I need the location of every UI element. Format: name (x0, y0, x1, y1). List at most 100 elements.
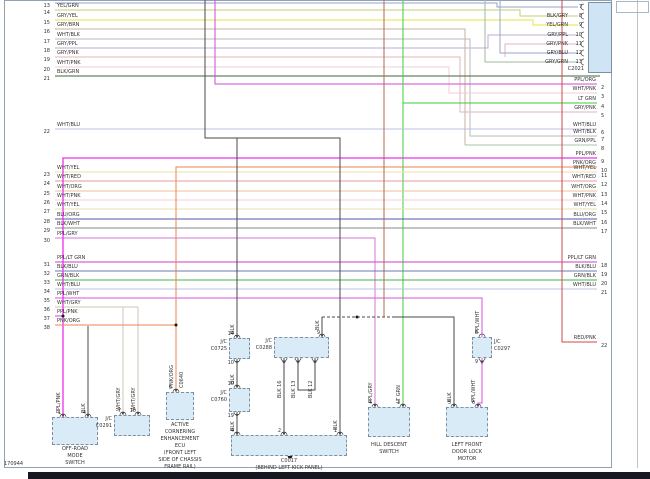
junction-dot (175, 324, 178, 327)
right-wire-label: WHT/YEL (460, 202, 596, 208)
left-front-door-lock-motor-caption: LEFT FRONT (422, 442, 512, 448)
right-wire-number: 7 (601, 137, 604, 143)
right-wire-label: GRN/PPL (460, 138, 596, 144)
jc-c0760-pin-number: 10 (224, 381, 234, 387)
right-wire-number: 4 (601, 104, 604, 110)
right-wire-number: 14 (601, 201, 607, 207)
jc-c0291-pin-number: 10 (126, 408, 136, 414)
connector-pin-number: 8 (570, 13, 582, 19)
ace-ecu-caption: FRAME RAIL) (135, 464, 225, 470)
off-road-mode-switch-caption: MODE (30, 453, 120, 459)
left-wire-number: 38 (36, 325, 50, 331)
jc-c0017-pin-number: 1 (327, 428, 337, 434)
vertical-wire-label: PPL/WHT (471, 380, 477, 402)
connector-pin-label: GRY/PPL (492, 32, 568, 38)
connector-pin-label: GRY/GRN (492, 59, 568, 65)
jc-c0297 (472, 337, 492, 358)
jc-c0291-label: J/C (82, 416, 112, 422)
pin-arrow-icon (296, 361, 300, 364)
right-wire-label: WHT/RED (460, 174, 596, 180)
left-wire-label: WHT/PNK (57, 193, 80, 199)
hill-descent-switch-pin-number: 4 (362, 400, 372, 406)
jc-c0017-caption: C0017 (244, 458, 334, 464)
left-wire-number: 34 (36, 289, 50, 295)
jc-c0291-label: C0291 (82, 423, 112, 429)
left-wire-label: BLK/GRN (57, 69, 79, 75)
wiring-diagram-page: 170944 13YEL/GRN14GRY/YEL15GRY/BRN16WHT/… (0, 0, 650, 479)
connector-pin-label: BLK/GRY (492, 13, 568, 19)
left-wire-label: WHT/GRY (57, 300, 81, 306)
pin-arrow-icon (480, 361, 484, 364)
left-wire-number: 23 (36, 172, 50, 178)
ace-ecu-caption: ACTIVE (135, 422, 225, 428)
jc-c0297-pin-number: 8 (468, 330, 478, 336)
wire (55, 238, 375, 407)
left-wire-label: PPL/PNK (57, 309, 78, 315)
right-wire-label: BLU/ORG (460, 212, 596, 218)
right-wire-label: LT GRN (460, 96, 596, 102)
jc-c0760-pin-number: 19 (224, 413, 234, 419)
left-wire-label: YEL/GRN (57, 3, 79, 9)
jc-c0760 (229, 388, 250, 412)
right-wire-number: 18 (601, 263, 607, 269)
left-wire-label: BLK/BLU (57, 264, 78, 270)
left-front-door-lock-motor-pin-number: 5 (441, 400, 451, 406)
left-wire-label: BLU/ORG (57, 212, 80, 218)
vertical-wire-label: C0640 (179, 372, 185, 388)
left-wire-label: GRY/PNK (57, 50, 79, 56)
left-wire-number: 35 (36, 298, 50, 304)
jc-c0760-label: C0760 (197, 397, 227, 403)
connector-pin-label: GRY/PNK (492, 41, 568, 47)
vertical-wire-label: BLK 16 (277, 381, 283, 398)
vertical-wire-label: BLK (315, 321, 321, 331)
right-wire-label: WHT/BLU (460, 122, 596, 128)
ace-ecu (166, 392, 194, 420)
off-road-mode-switch-caption: OFF-ROAD (30, 446, 120, 452)
jc-c0297-label: J/C (494, 339, 524, 345)
jc-c0725-pin-number: 10 (224, 360, 234, 366)
right-wire-label: WHT/YEL (460, 165, 596, 171)
left-front-door-lock-motor-caption: MOTOR (422, 456, 512, 462)
pin-arrow-icon (313, 361, 317, 364)
right-wire-number: 6 (601, 130, 604, 136)
ace-ecu-caption: (FRONT LEFT (135, 450, 225, 456)
left-wire-label: WHT/YEL (57, 202, 79, 208)
left-wire-number: 33 (36, 280, 50, 286)
left-wire-number: 21 (36, 76, 50, 82)
wire (205, 0, 340, 435)
right-wire-label: WHT/ORG (460, 184, 596, 190)
right-wire-number: 16 (601, 220, 607, 226)
right-wire-number: 20 (601, 281, 607, 287)
left-wire-number: 31 (36, 262, 50, 268)
hill-descent-switch-caption: HILL DESCENT (344, 442, 434, 448)
right-wire-label: WHT/PNK (460, 193, 596, 199)
off-road-mode-switch-caption: SWITCH (30, 460, 120, 466)
right-wire-number: 11 (601, 173, 607, 179)
left-wire-label: PPL/WHT (57, 291, 79, 297)
vertical-wire-label: BLK 13 (291, 381, 297, 398)
jc-c0288-label: C0288 (242, 345, 272, 351)
jc-c0288-label: J/C (242, 338, 272, 344)
connector-pin-number: 12 (570, 50, 582, 56)
jc-c0288-pin-number: 9 (310, 330, 320, 336)
ace-ecu-caption: CORNERING (135, 429, 225, 435)
wire (478, 358, 482, 407)
left-wire-number: 36 (36, 307, 50, 313)
left-wire-label: GRY/YEL (57, 13, 78, 19)
left-wire-number: 25 (36, 191, 50, 197)
left-wire-label: WHT/ORG (57, 184, 82, 190)
right-wire-number: 5 (601, 113, 604, 119)
vertical-wire-label: BLK 12 (308, 381, 314, 398)
connector-pin-number: 7 (570, 4, 582, 10)
left-wire-label: WHT/PNK (57, 60, 80, 66)
left-wire-label: PPL/LT GRN (57, 255, 85, 261)
jc-c0017-pin-number: 4 (224, 428, 234, 434)
left-wire-number: 17 (36, 39, 50, 45)
right-wire-number: 12 (601, 182, 607, 188)
right-wire-label: GRN/BLK (460, 273, 596, 279)
left-wire-label: PPL/GRY (57, 231, 78, 237)
jc-c0288 (274, 337, 329, 358)
right-wire-label: WHT/BLU (460, 282, 596, 288)
left-wire-number: 19 (36, 57, 50, 63)
jc-c0297-pin-number: 9 (468, 359, 478, 365)
